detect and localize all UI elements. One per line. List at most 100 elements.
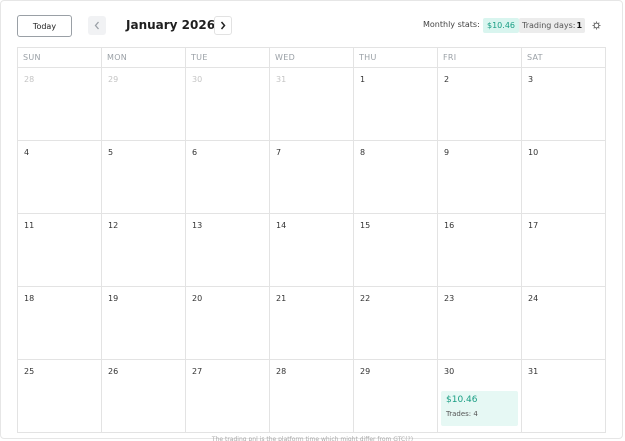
day-number: 3 xyxy=(528,75,534,84)
day-pnl-value: $10.46 xyxy=(446,395,478,405)
chevron-left-icon xyxy=(94,21,99,30)
day-number: 28 xyxy=(276,367,287,376)
day-number: 19 xyxy=(108,294,119,303)
next-month-button[interactable] xyxy=(214,16,232,35)
day-cell[interactable]: 19 xyxy=(102,287,186,360)
day-number: 5 xyxy=(108,148,114,157)
day-cell[interactable]: 31 xyxy=(522,360,606,433)
day-number: 26 xyxy=(108,367,119,376)
day-number: 30 xyxy=(444,367,455,376)
week-row: 28 29 30 31 1 2 3 xyxy=(18,68,606,141)
day-cell[interactable]: 22 xyxy=(354,287,438,360)
day-cell[interactable]: 17 xyxy=(522,214,606,287)
day-cell[interactable]: 30 xyxy=(186,68,270,141)
day-cell[interactable]: 14 xyxy=(270,214,354,287)
day-cell[interactable]: 7 xyxy=(270,141,354,214)
day-cell[interactable]: 28 xyxy=(270,360,354,433)
day-number: 29 xyxy=(360,367,371,376)
weekday-header: THU xyxy=(354,48,438,68)
day-cell[interactable]: 10 xyxy=(522,141,606,214)
day-number: 9 xyxy=(444,148,450,157)
day-cell[interactable]: 8 xyxy=(354,141,438,214)
day-number: 22 xyxy=(360,294,371,303)
day-number: 8 xyxy=(360,148,366,157)
trading-days-label: Trading days: xyxy=(522,21,576,30)
day-number: 7 xyxy=(276,148,282,157)
day-cell[interactable]: 20 xyxy=(186,287,270,360)
day-cell[interactable]: 3 xyxy=(522,68,606,141)
day-cell[interactable]: 30 $10.46 Trades: 4 xyxy=(438,360,522,433)
calendar-weeks: 28 29 30 31 1 2 3 4 5 6 7 8 9 10 11 12 13 14 15 16 17 18 19 20 2… xyxy=(18,68,606,433)
day-number: 14 xyxy=(276,221,287,230)
day-number: 17 xyxy=(528,221,539,230)
day-number: 29 xyxy=(108,75,119,84)
prev-month-button[interactable] xyxy=(88,16,106,35)
day-number: 27 xyxy=(192,367,203,376)
day-cell[interactable]: 9 xyxy=(438,141,522,214)
day-cell[interactable]: 25 xyxy=(18,360,102,433)
day-pnl-card[interactable]: $10.46 Trades: 4 xyxy=(441,391,518,426)
weekday-header: MON xyxy=(102,48,186,68)
day-cell[interactable]: 18 xyxy=(18,287,102,360)
day-cell[interactable]: 12 xyxy=(102,214,186,287)
calendar-header: Today January 2026 Monthly stats: $10.46… xyxy=(0,0,625,48)
day-number: 4 xyxy=(24,148,30,157)
settings-button[interactable] xyxy=(588,17,605,34)
day-number: 6 xyxy=(192,148,198,157)
day-number: 16 xyxy=(444,221,455,230)
day-number: 11 xyxy=(24,221,35,230)
monthly-stats-label: Monthly stats: xyxy=(423,20,480,29)
day-cell[interactable]: 24 xyxy=(522,287,606,360)
day-cell[interactable]: 28 xyxy=(18,68,102,141)
day-trades-count: Trades: 4 xyxy=(446,410,478,418)
day-number: 10 xyxy=(528,148,539,157)
day-number: 20 xyxy=(192,294,203,303)
weekday-header: WED xyxy=(270,48,354,68)
day-cell[interactable]: 4 xyxy=(18,141,102,214)
weekday-header: SAT xyxy=(522,48,606,68)
day-cell[interactable]: 13 xyxy=(186,214,270,287)
day-cell[interactable]: 27 xyxy=(186,360,270,433)
weekday-header-row: SUN MON TUE WED THU FRI SAT xyxy=(18,48,606,68)
day-number: 23 xyxy=(444,294,455,303)
day-number: 30 xyxy=(192,75,203,84)
week-row: 11 12 13 14 15 16 17 xyxy=(18,214,606,287)
weekday-header: SUN xyxy=(18,48,102,68)
gear-icon xyxy=(592,21,601,30)
day-number: 1 xyxy=(360,75,366,84)
day-cell[interactable]: 1 xyxy=(354,68,438,141)
day-cell[interactable]: 21 xyxy=(270,287,354,360)
weekday-header: TUE xyxy=(186,48,270,68)
day-number: 2 xyxy=(444,75,450,84)
day-cell[interactable]: 15 xyxy=(354,214,438,287)
weekday-header: FRI xyxy=(438,48,522,68)
chevron-right-icon xyxy=(220,21,226,30)
day-cell[interactable]: 16 xyxy=(438,214,522,287)
week-row: 4 5 6 7 8 9 10 xyxy=(18,141,606,214)
trading-days-badge: Trading days: 1 xyxy=(519,18,586,33)
today-button[interactable]: Today xyxy=(17,15,72,37)
day-cell[interactable]: 31 xyxy=(270,68,354,141)
calendar-grid: SUN MON TUE WED THU FRI SAT 28 29 30 31 1 2 3 4… xyxy=(17,47,606,433)
day-cell[interactable]: 29 xyxy=(102,68,186,141)
day-number: 31 xyxy=(276,75,287,84)
day-number: 25 xyxy=(24,367,35,376)
week-row: 18 19 20 21 22 23 24 xyxy=(18,287,606,360)
day-cell[interactable]: 2 xyxy=(438,68,522,141)
day-number: 12 xyxy=(108,221,119,230)
day-cell[interactable]: 5 xyxy=(102,141,186,214)
day-number: 21 xyxy=(276,294,287,303)
day-cell[interactable]: 11 xyxy=(18,214,102,287)
month-title: January 2026 xyxy=(126,18,216,32)
day-cell[interactable]: 23 xyxy=(438,287,522,360)
monthly-stats-value: $10.46 xyxy=(483,18,519,33)
day-number: 31 xyxy=(528,367,539,376)
day-cell[interactable]: 29 xyxy=(354,360,438,433)
footer-note: The trading pnl is the platform time whi… xyxy=(211,436,414,441)
day-cell[interactable]: 6 xyxy=(186,141,270,214)
day-number: 18 xyxy=(24,294,35,303)
week-row: 25 26 27 28 29 30 $10.46 Trades: 4 31 xyxy=(18,360,606,433)
day-number: 13 xyxy=(192,221,203,230)
trading-days-value: 1 xyxy=(576,21,583,30)
day-cell[interactable]: 26 xyxy=(102,360,186,433)
